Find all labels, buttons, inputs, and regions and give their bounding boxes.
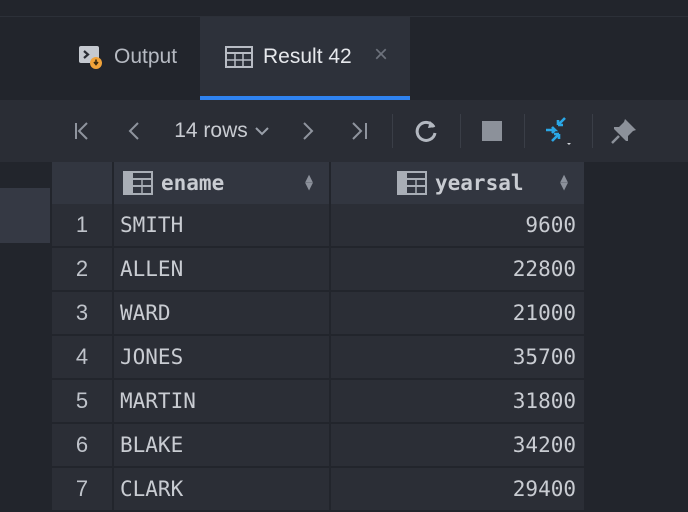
table-row[interactable]: 3 WARD 21000 (52, 292, 586, 336)
cell-yearsal[interactable]: 31800 (331, 380, 586, 424)
tab-output-label: Output (114, 45, 178, 68)
table-row[interactable]: 7 CLARK 29400 (52, 468, 586, 512)
next-page-icon[interactable] (290, 100, 324, 162)
first-page-icon[interactable] (66, 100, 100, 162)
sort-icon[interactable]: ▲ ▼ (560, 172, 568, 193)
cell-yearsal[interactable]: 9600 (331, 204, 586, 248)
cell-ename[interactable]: SMITH (114, 204, 331, 248)
window-top-border (0, 0, 688, 17)
empty-area (586, 162, 688, 494)
tab-result-label: Result 42 (263, 44, 352, 68)
cell-yearsal[interactable]: 35700 (331, 336, 586, 380)
cell-ename[interactable]: MARTIN (114, 380, 331, 424)
close-icon[interactable]: × (374, 43, 388, 67)
tab-result-42[interactable]: Result 42 × (200, 17, 410, 100)
table-row[interactable]: 4 JONES 35700 (52, 336, 586, 380)
row-count-dropdown[interactable]: 14 rows (166, 100, 278, 162)
toolbar-divider (524, 114, 525, 148)
table-row[interactable]: 1 SMITH 9600 (52, 204, 586, 248)
left-panel-selected-item[interactable] (0, 188, 50, 243)
result-tab-bar: Output Result 42 × (0, 17, 688, 100)
toolbar-divider (592, 114, 593, 148)
output-icon (78, 44, 104, 70)
row-number: 5 (52, 380, 114, 424)
cell-yearsal[interactable]: 34200 (331, 424, 586, 468)
table-row[interactable]: 2 ALLEN 22800 (52, 248, 586, 292)
result-grid: ename ▲ ▼ yearsal ▲ ▼ 1 SMITH 9600 2 ALLEN… (52, 162, 586, 512)
cell-yearsal[interactable]: 29400 (331, 468, 586, 512)
prev-page-icon[interactable] (118, 100, 152, 162)
column-header-ename[interactable]: ename ▲ ▼ (114, 162, 331, 206)
cell-ename[interactable]: BLAKE (114, 424, 331, 468)
row-number: 2 (52, 248, 114, 292)
chevron-down-icon (254, 125, 270, 137)
toolbar-divider (392, 114, 393, 148)
row-number: 3 (52, 292, 114, 336)
row-number: 6 (52, 424, 114, 468)
cell-ename[interactable]: ALLEN (114, 248, 331, 292)
table-row[interactable]: 5 MARTIN 31800 (52, 380, 586, 424)
cell-yearsal[interactable]: 21000 (331, 292, 586, 336)
column-header-yearsal[interactable]: yearsal ▲ ▼ (331, 162, 586, 206)
row-number: 7 (52, 468, 114, 512)
result-toolbar: 14 rows (0, 100, 688, 162)
table-row[interactable]: 6 BLAKE 34200 (52, 424, 586, 468)
pin-icon[interactable] (606, 100, 642, 162)
cell-yearsal[interactable]: 22800 (331, 248, 586, 292)
row-number-header[interactable] (52, 162, 114, 206)
sort-icon[interactable]: ▲ ▼ (305, 172, 313, 193)
cell-ename[interactable]: CLARK (114, 468, 331, 512)
cell-ename[interactable]: WARD (114, 292, 331, 336)
row-number: 4 (52, 336, 114, 380)
compare-arrows-icon[interactable] (538, 100, 580, 162)
table-header-row: ename ▲ ▼ yearsal ▲ ▼ (52, 162, 586, 206)
cell-ename[interactable]: JONES (114, 336, 331, 380)
column-icon (123, 171, 153, 195)
column-header-label: ename (161, 171, 225, 195)
table-grid-icon (225, 45, 253, 68)
column-header-label: yearsal (435, 171, 524, 195)
row-count-label: 14 rows (174, 119, 248, 142)
row-number: 1 (52, 204, 114, 248)
column-icon (397, 171, 427, 195)
stop-icon[interactable] (474, 100, 510, 162)
tab-output[interactable]: Output (62, 17, 216, 97)
last-page-icon[interactable] (342, 100, 376, 162)
toolbar-divider (460, 114, 461, 148)
refresh-icon[interactable] (408, 100, 444, 162)
